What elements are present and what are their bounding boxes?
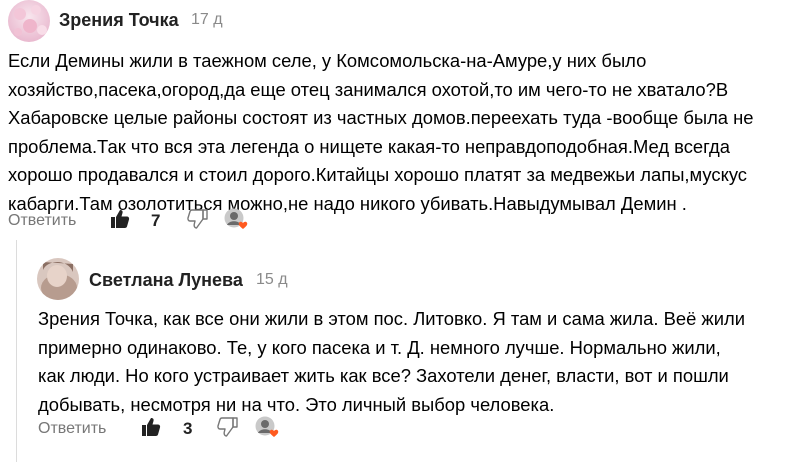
reactor-avatar[interactable]	[224, 208, 250, 237]
heart-icon	[269, 429, 279, 437]
comment-line: Если Демины жили в таежном селе, у Комсо…	[8, 50, 647, 71]
reply-reply-button[interactable]: Ответить	[38, 420, 106, 438]
reply-line: добывать, несмотря ни на что. Это личный…	[38, 393, 555, 415]
reply-dislike-button[interactable]	[216, 417, 238, 442]
heart-icon	[238, 221, 248, 229]
reply-author-name[interactable]: Светлана Лунева	[89, 270, 243, 291]
reply-like-button[interactable]	[141, 417, 161, 442]
reply-button[interactable]: Ответить	[8, 212, 76, 230]
reply-line: Зрения Точка, как все они жили в этом по…	[38, 308, 745, 329]
comment-line: хозяйство,пасека,огород,да еще отец зани…	[8, 78, 729, 100]
like-button[interactable]	[110, 209, 130, 234]
reply-line: как люди. Но кого устраивает жить как вс…	[38, 365, 729, 386]
thumbs-up-icon	[111, 210, 130, 228]
comment-text: Если Демины жили в таежном селе, у Комсо…	[8, 47, 754, 218]
author-avatar[interactable]	[8, 0, 50, 42]
thumbs-up-icon	[142, 418, 161, 436]
reply-line: примерно одинаково. Те, у кого пасека и …	[38, 336, 721, 358]
dislike-button[interactable]	[186, 209, 208, 234]
comment-line: проблема.Так что вся эта легенда о нищет…	[8, 135, 730, 157]
author-name[interactable]: Зрения Точка	[59, 10, 179, 31]
reply-author-avatar[interactable]	[37, 258, 79, 300]
comment-line: хорошо продавался и стоил дорого.Китайцы…	[8, 164, 748, 185]
thread-line	[16, 240, 17, 462]
reply-timestamp: 15 д	[256, 271, 288, 288]
comment-timestamp: 17 д	[191, 11, 223, 28]
reply-like-count: 3	[183, 419, 193, 438]
like-count: 7	[151, 211, 161, 230]
reply-text: Зрения Точка, как все они жили в этом по…	[38, 305, 745, 419]
thumbs-down-icon	[187, 209, 208, 229]
comment-line: Хабаровске целые районы состоят из частн…	[8, 107, 754, 128]
thumbs-down-icon	[217, 417, 238, 437]
reply-reactor-avatar[interactable]	[255, 416, 281, 445]
